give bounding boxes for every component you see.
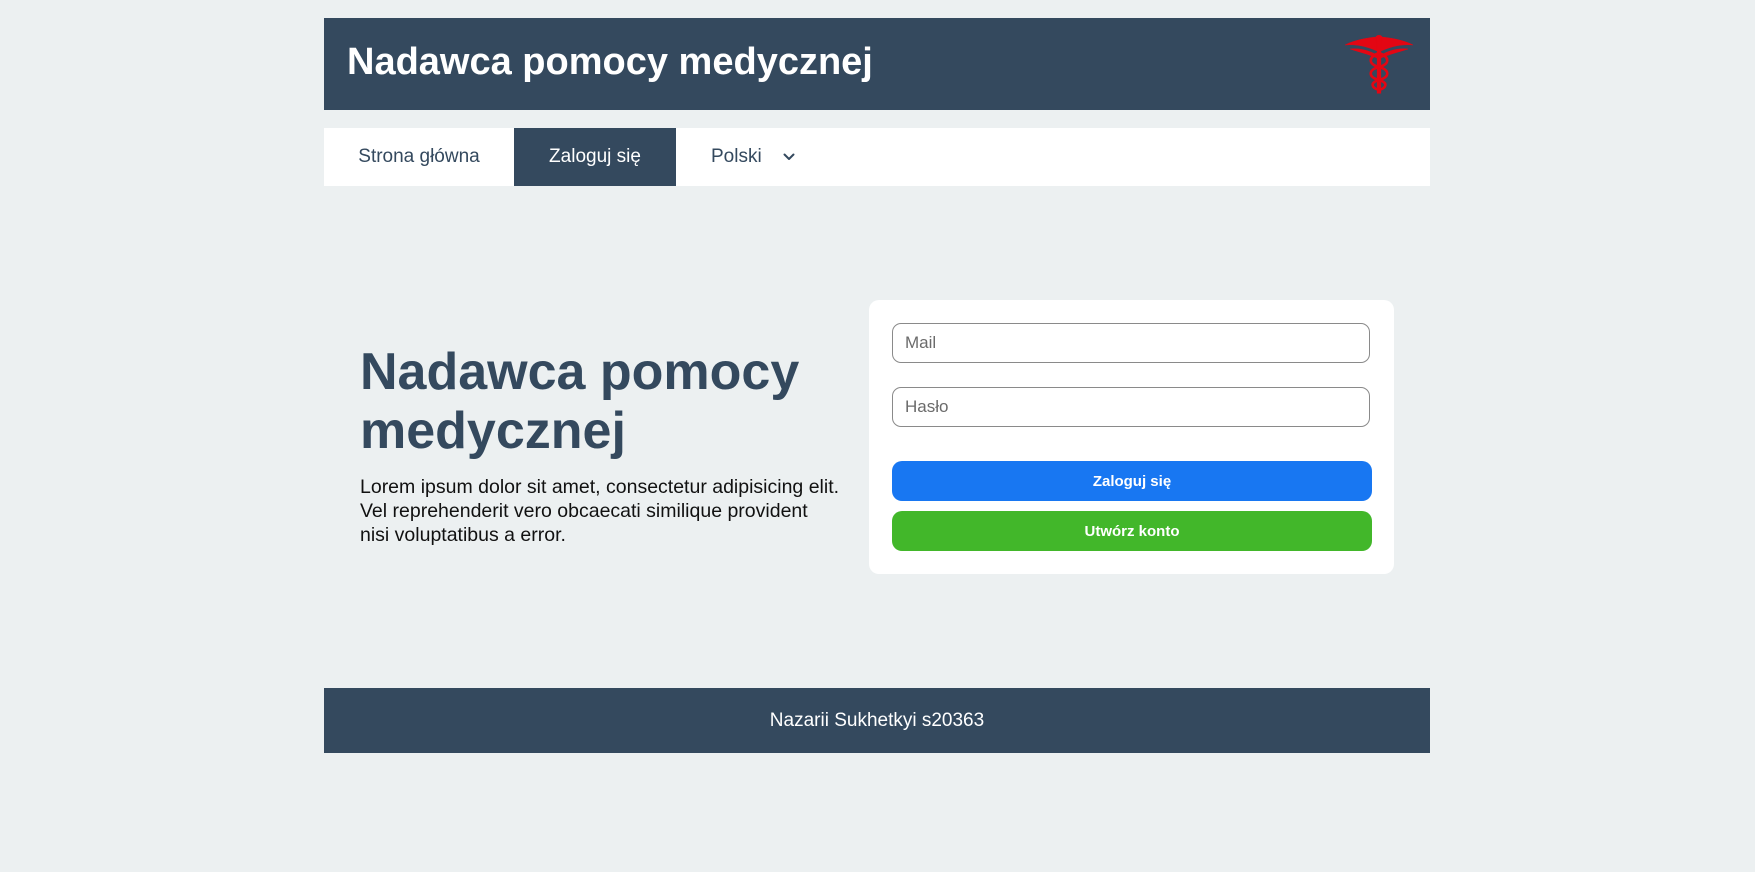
page-container: Nadawca pomocy medycznej Strona główna Z… — [324, 18, 1430, 186]
login-button[interactable]: Zaloguj się — [892, 461, 1372, 501]
mail-input[interactable] — [892, 323, 1370, 363]
nav-login-link[interactable]: Zaloguj się — [514, 128, 676, 186]
site-title: Nadawca pomocy medycznej — [347, 41, 873, 83]
chevron-down-icon — [783, 153, 795, 160]
hero-description: Lorem ipsum dolor sit amet, consectetur … — [360, 476, 840, 546]
nav-home-link[interactable]: Strona główna — [324, 128, 514, 186]
language-select[interactable]: Polski — [676, 128, 796, 186]
login-card: Zaloguj się Utwórz konto — [869, 300, 1394, 574]
caduceus-icon — [1344, 35, 1414, 94]
hero-title: Nadawca pomocy medycznej — [360, 343, 800, 460]
language-select-value: Polski — [711, 146, 762, 167]
site-footer: Nazarii Sukhetkyi s20363 — [324, 688, 1430, 753]
hero-section: Nadawca pomocy medycznej Lorem ipsum dol… — [360, 343, 840, 547]
site-header: Nadawca pomocy medycznej — [324, 18, 1430, 110]
create-account-button[interactable]: Utwórz konto — [892, 511, 1372, 551]
password-input[interactable] — [892, 387, 1370, 427]
footer-text: Nazarii Sukhetkyi s20363 — [769, 709, 985, 731]
main-nav: Strona główna Zaloguj się Polski — [324, 128, 1430, 186]
